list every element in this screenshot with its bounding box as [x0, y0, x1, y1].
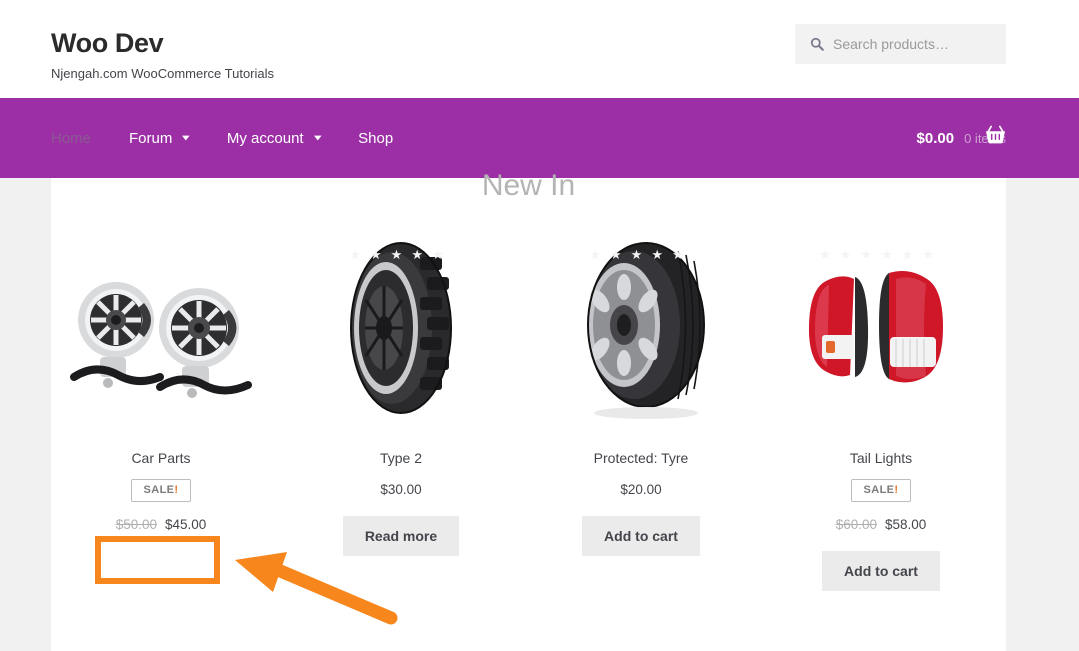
chevron-down-icon: ▾	[313, 132, 322, 143]
nav-item-shop[interactable]: Shop	[358, 130, 393, 147]
sale-badge-mark: !	[174, 484, 179, 496]
nav-item-home[interactable]: Home	[51, 130, 91, 147]
chevron-down-icon: ▾	[182, 132, 190, 143]
cart-amount: $0.00	[916, 129, 955, 147]
product-current-price: $20.00	[620, 482, 662, 497]
product-search-form[interactable]	[795, 24, 1006, 64]
add-to-cart-button[interactable]: Add to cart	[582, 516, 700, 556]
product-title: Tail Lights	[849, 450, 913, 466]
sale-badge: SALE!	[131, 479, 191, 502]
product-old-price: $50.00	[115, 517, 157, 532]
product-card-car-parts[interactable]: Car Parts SALE! $50.00 $45.00	[56, 225, 266, 533]
product-current-price: $45.00	[165, 517, 207, 532]
product-price: $20.00	[536, 481, 746, 498]
site-title: Woo Dev	[51, 28, 164, 58]
search-icon	[810, 37, 824, 51]
sale-badge-text: SALE	[143, 484, 175, 496]
search-input[interactable]	[833, 36, 993, 52]
product-card-tail-lights[interactable]: ★★★★★★ Tail Lights SALE! $60.00 $58.00 A…	[776, 225, 986, 591]
sale-badge-text: SALE	[863, 484, 895, 496]
site-branding[interactable]: Woo Dev Njengah.com WooCommerce Tutorial…	[51, 27, 274, 82]
site-tagline: Njengah.com WooCommerce Tutorials	[51, 66, 275, 81]
sale-badge-mark: !	[894, 484, 899, 496]
nav-item-label: Forum	[129, 129, 173, 147]
product-title: Car Parts	[131, 450, 191, 466]
annotation-arrow	[215, 540, 405, 630]
product-old-price: $60.00	[835, 517, 877, 532]
page-root: Woo Dev Njengah.com WooCommerce Tutorial…	[0, 0, 1079, 651]
nav-item-my-account[interactable]: My account ▾	[226, 129, 322, 147]
product-card-type-2[interactable]: ★★★★★ Type 2 $30.00 Read more	[296, 225, 506, 556]
product-image-off-road-tyre[interactable]: ★★★★★	[296, 225, 506, 430]
product-price: $50.00 $45.00	[56, 516, 266, 533]
sale-badge: SALE!	[851, 479, 911, 502]
shopping-basket-icon[interactable]	[985, 125, 1006, 144]
nav-item-label: Home	[51, 129, 92, 147]
product-current-price: $30.00	[380, 482, 422, 497]
product-price: $60.00 $58.00	[776, 516, 986, 533]
add-to-cart-button[interactable]: Add to cart	[822, 551, 940, 591]
product-image-car-tail-lights[interactable]: ★★★★★★	[776, 225, 986, 430]
product-card-protected-tyre[interactable]: ★★★★★ Protected: Tyre $20.00 Add to cart	[536, 225, 746, 556]
product-image-alloy-wheel-tyre[interactable]: ★★★★★	[536, 225, 746, 430]
nav-item-forum[interactable]: Forum ▾	[129, 129, 190, 147]
annotation-highlight-rectangle	[95, 536, 220, 584]
nav-item-label: Shop	[358, 129, 394, 147]
site-header: Woo Dev Njengah.com WooCommerce Tutorial…	[0, 0, 1079, 98]
product-price: $30.00	[296, 481, 506, 498]
primary-navigation: Home Forum ▾ My account ▾ Shop $0.00 0 i…	[0, 98, 1079, 178]
product-image-car-audio-speakers[interactable]	[56, 225, 266, 430]
product-title: Protected: Tyre	[593, 450, 689, 466]
product-title: Type 2	[379, 450, 423, 466]
page-title: New In	[481, 169, 576, 202]
nav-item-label: My account	[226, 129, 304, 147]
product-current-price: $58.00	[885, 517, 927, 532]
nav-list: Home Forum ▾ My account ▾ Shop	[51, 98, 431, 178]
